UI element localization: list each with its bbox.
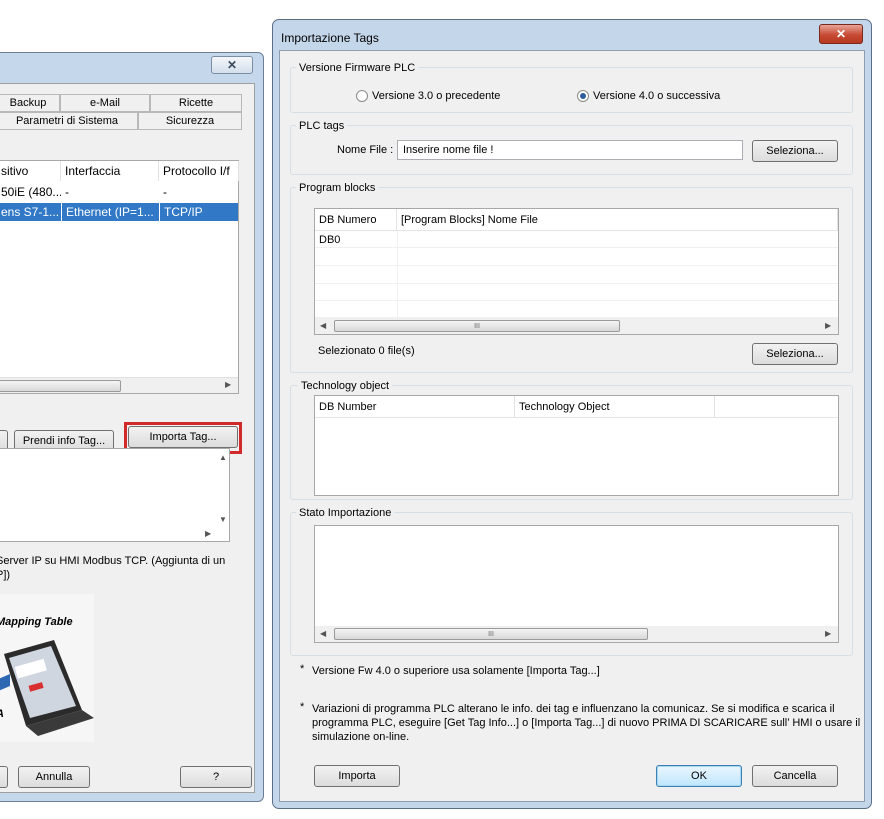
column-header-nome-file[interactable]: [Program Blocks] Nome File: [397, 209, 838, 231]
file-name-label: Nome File :: [337, 144, 394, 156]
dialog-body: Versione Firmware PLC Versione 3.0 o pre…: [279, 50, 865, 802]
program-blocks-grid[interactable]: DB Numero [Program Blocks] Nome File DB0…: [314, 208, 839, 335]
table-row[interactable]: 50iE (480... - -: [0, 183, 238, 201]
file-name-input[interactable]: Inserire nome file !: [397, 140, 743, 160]
table-cell: DB0: [319, 234, 341, 246]
scroll-right-icon[interactable]: ▶: [825, 629, 831, 638]
table-row[interactable]: [315, 284, 838, 301]
scroll-down-icon[interactable]: ▼: [219, 515, 227, 524]
mapping-table-illustration: Mapping Table A: [0, 594, 94, 742]
column-header-db-numero[interactable]: DB Numero: [315, 209, 397, 231]
program-blocks-hscrollbar[interactable]: ◀ III ▶: [315, 318, 838, 334]
scrollbar-thumb[interactable]: III: [334, 320, 620, 332]
scroll-right-icon[interactable]: ▶: [225, 380, 231, 389]
ok-button[interactable]: OK: [656, 765, 742, 787]
table-row[interactable]: [315, 249, 838, 266]
table-row-selected[interactable]: ens S7-1... Ethernet (IP=1... TCP/IP: [0, 203, 238, 221]
import-tags-dialog: Importazione Tags ✕ Versione Firmware PL…: [272, 19, 872, 809]
firmware-v4-radio[interactable]: [577, 90, 589, 102]
import-tag-button[interactable]: Importa Tag...: [128, 426, 238, 448]
scrollbar-thumb[interactable]: III: [334, 628, 648, 640]
note-program-change-line2: programma PLC, eseguire [Get Tag Info...…: [312, 717, 861, 729]
illustration-letter: A: [0, 708, 4, 720]
device-list-hscrollbar[interactable]: ▶: [0, 377, 238, 393]
scroll-right-icon[interactable]: ▶: [205, 529, 211, 538]
column-header-dispositivo[interactable]: sitivo: [0, 161, 61, 181]
column-header-interfaccia[interactable]: Interfaccia: [61, 161, 159, 181]
column-header-technology-object[interactable]: Technology Object: [515, 396, 715, 418]
scrollbar-thumb[interactable]: [0, 380, 121, 392]
tab-ricette[interactable]: Ricette: [150, 94, 242, 112]
background-window-body: Backup e-Mail Ricette Parametri di Siste…: [0, 83, 255, 793]
note-bullet: *: [300, 663, 305, 675]
plc-tags-select-button[interactable]: Seleziona...: [752, 140, 838, 162]
selected-files-text: Selezionato 0 file(s): [318, 345, 415, 357]
table-row[interactable]: [315, 301, 838, 318]
tab-parametri-di-sistema[interactable]: Parametri di Sistema: [0, 112, 138, 130]
program-blocks-select-button[interactable]: Seleziona...: [752, 343, 838, 365]
firmware-group-label: Versione Firmware PLC: [296, 62, 419, 74]
laptop-icon: [0, 640, 94, 736]
import-status-hscrollbar[interactable]: ◀ III ▶: [315, 626, 838, 642]
import-button[interactable]: Importa: [314, 765, 400, 787]
column-header-db-number[interactable]: DB Number: [315, 396, 515, 418]
column-header-protocollo[interactable]: Protocollo I/f: [159, 161, 239, 181]
firmware-v3-label[interactable]: Versione 3.0 o precedente: [372, 90, 500, 102]
table-cell: -: [65, 185, 69, 199]
table-cell: 50iE (480...: [1, 185, 61, 199]
tab-backup[interactable]: Backup: [0, 94, 60, 112]
background-close-button[interactable]: ✕: [211, 56, 253, 74]
scrollbar-grip: III: [488, 630, 494, 638]
close-icon: ✕: [835, 27, 847, 41]
cancel-button[interactable]: Cancella: [752, 765, 838, 787]
scroll-up-icon[interactable]: ▲: [219, 453, 227, 462]
table-cell: [397, 231, 797, 249]
cancel-button[interactable]: Annulla: [18, 766, 90, 788]
column-header-empty: [715, 396, 838, 418]
scroll-left-icon[interactable]: ◀: [320, 629, 326, 638]
plc-tags-group-label: PLC tags: [296, 120, 348, 132]
note-firmware: Versione Fw 4.0 o superiore usa solament…: [312, 665, 600, 677]
device-list[interactable]: sitivo Interfaccia Protocollo I/f 50iE (…: [0, 160, 239, 394]
note-program-change-line3: simulazione on-line.: [312, 731, 410, 743]
import-status-group-label: Stato Importazione: [296, 507, 395, 519]
table-cell: ens S7-1...: [1, 205, 60, 219]
technology-object-group-label: Technology object: [298, 380, 393, 392]
table-row[interactable]: [315, 267, 838, 284]
tab-sicurezza[interactable]: Sicurezza: [138, 112, 242, 130]
table-cell: -: [163, 185, 167, 199]
table-cell: Ethernet (IP=1...: [61, 203, 159, 221]
partial-button[interactable]: [0, 766, 8, 788]
dialog-close-button[interactable]: ✕: [819, 24, 863, 44]
firmware-v4-label[interactable]: Versione 4.0 o successiva: [593, 90, 720, 102]
firmware-v3-radio[interactable]: [356, 90, 368, 102]
program-blocks-group-label: Program blocks: [296, 182, 379, 194]
dialog-title: Importazione Tags: [281, 31, 379, 45]
scrollbar-grip: III: [474, 322, 480, 330]
scroll-left-icon[interactable]: ◀: [320, 321, 326, 330]
note-program-change-line1: Variazioni di programma PLC alterano le …: [312, 703, 835, 715]
scroll-right-icon[interactable]: ▶: [825, 321, 831, 330]
description-text: Server IP su HMI Modbus TCP. (Aggiunta d…: [0, 555, 226, 581]
background-window: ✕ Backup e-Mail Ricette Parametri di Sis…: [0, 52, 264, 802]
table-row[interactable]: DB0: [315, 231, 838, 248]
help-button[interactable]: ?: [180, 766, 252, 788]
import-status-log[interactable]: ◀ III ▶: [314, 525, 839, 643]
note-bullet: *: [300, 701, 305, 713]
technology-object-grid[interactable]: DB Number Technology Object: [314, 395, 839, 496]
log-textarea[interactable]: ▲ ▼ ▶: [0, 448, 230, 542]
close-icon: ✕: [226, 58, 238, 72]
table-cell: TCP/IP: [159, 203, 239, 221]
tab-email[interactable]: e-Mail: [60, 94, 150, 112]
